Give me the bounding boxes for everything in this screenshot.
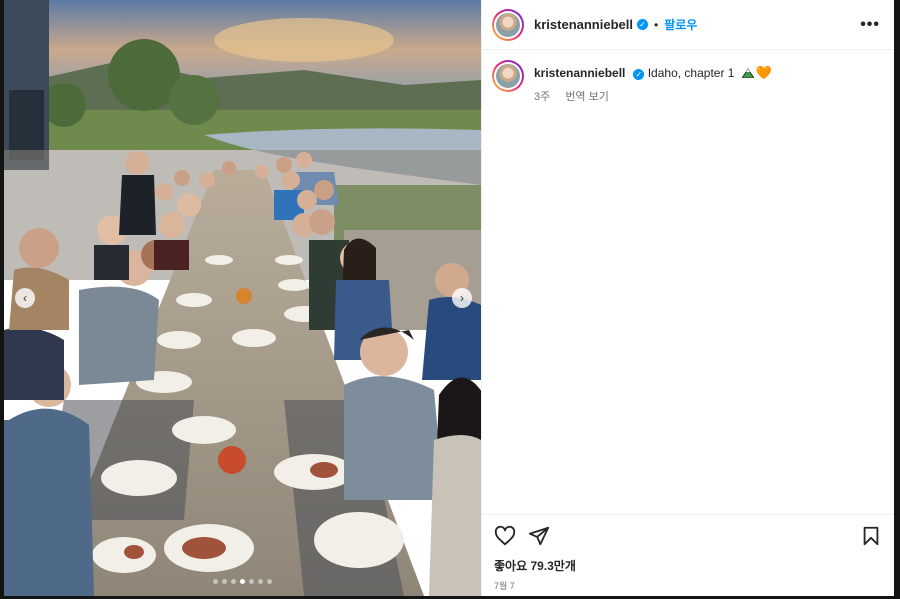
comments-section: kristenanniebell ✓ Idaho, chapter 1 🧡 3주 … (482, 50, 894, 514)
verified-badge-icon: ✓ (633, 69, 645, 80)
author-username[interactable]: kristenanniebell (534, 17, 633, 32)
post-header: kristenanniebell ✓ • 팔로우 ••• (482, 0, 894, 50)
author-avatar[interactable] (492, 8, 524, 41)
carousel-dot (231, 579, 236, 584)
carousel-dot (240, 579, 245, 584)
carousel-prev-button[interactable]: ‹ (15, 288, 35, 308)
action-bar: 좋아요 79.3만개 7월 7 (482, 514, 894, 596)
post-age: 3주 (534, 91, 551, 103)
post-photo[interactable]: ‹ › (4, 0, 481, 596)
carousel-indicator (4, 579, 481, 584)
carousel-dot (213, 579, 218, 584)
post-sidebar: kristenanniebell ✓ • 팔로우 ••• kristenanni… (481, 0, 894, 596)
carousel-dot (267, 579, 272, 584)
carousel-dot (249, 579, 254, 584)
dinner-photo-image (4, 0, 481, 596)
paper-plane-icon[interactable] (528, 525, 550, 547)
heart-icon[interactable] (494, 525, 516, 547)
more-options-icon[interactable]: ••• (860, 16, 880, 34)
action-icons (494, 525, 882, 547)
verified-badge-icon: ✓ (636, 19, 648, 30)
caption-username[interactable]: kristenanniebell (534, 66, 625, 80)
profile-picture (496, 64, 520, 88)
header-separator: • (653, 17, 659, 32)
caption-meta: 3주 번역 보기 (534, 88, 772, 104)
like-count[interactable]: 좋아요 79.3만개 (494, 557, 882, 574)
mountain-emoji-icon (741, 68, 754, 78)
follow-button[interactable]: 팔로우 (664, 16, 697, 33)
bookmark-icon[interactable] (860, 525, 882, 547)
caption-avatar[interactable] (492, 60, 524, 92)
caption: kristenanniebell ✓ Idaho, chapter 1 🧡 (534, 65, 772, 81)
post-date[interactable]: 7월 7 (494, 579, 882, 592)
carousel-next-button[interactable]: › (452, 288, 472, 308)
translate-link[interactable]: 번역 보기 (565, 91, 609, 103)
heart-emoji-icon: 🧡 (755, 65, 772, 80)
carousel-dot (222, 579, 227, 584)
profile-picture (496, 12, 520, 37)
carousel-dot (258, 579, 263, 584)
caption-row: kristenanniebell ✓ Idaho, chapter 1 🧡 3주 … (492, 60, 884, 104)
post-modal: ‹ › kristenanniebell ✓ • 팔로우 ••• kristen… (4, 0, 894, 596)
caption-text: Idaho, chapter 1 (647, 66, 735, 80)
